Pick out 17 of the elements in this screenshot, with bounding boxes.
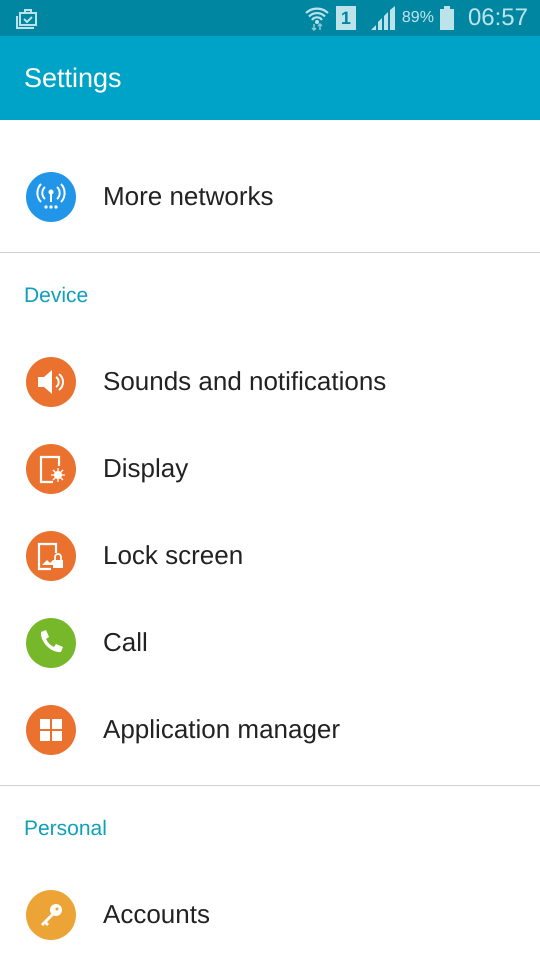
battery-icon bbox=[440, 6, 454, 30]
settings-item[interactable]: Lock screen bbox=[103, 540, 244, 571]
signal-icon bbox=[370, 6, 396, 30]
wifi-icon bbox=[304, 5, 330, 31]
settings-item[interactable]: More networks bbox=[103, 181, 274, 212]
section-header: Personal bbox=[23, 816, 108, 842]
settings-item[interactable]: Application manager bbox=[103, 714, 340, 745]
settings-item[interactable]: Display bbox=[103, 453, 188, 484]
status-time: 06:57 bbox=[468, 4, 528, 32]
section-header: Device bbox=[23, 282, 90, 308]
briefcase-check-icon bbox=[16, 7, 40, 29]
settings-item[interactable]: Sounds and notifications bbox=[103, 366, 386, 397]
battery-percentage: 89% bbox=[402, 9, 434, 27]
app-bar-title: Settings bbox=[24, 62, 122, 94]
settings-item[interactable]: Accounts bbox=[103, 899, 210, 930]
sim-card-indicator: 1 bbox=[336, 6, 356, 30]
settings-item[interactable]: Call bbox=[103, 627, 148, 658]
